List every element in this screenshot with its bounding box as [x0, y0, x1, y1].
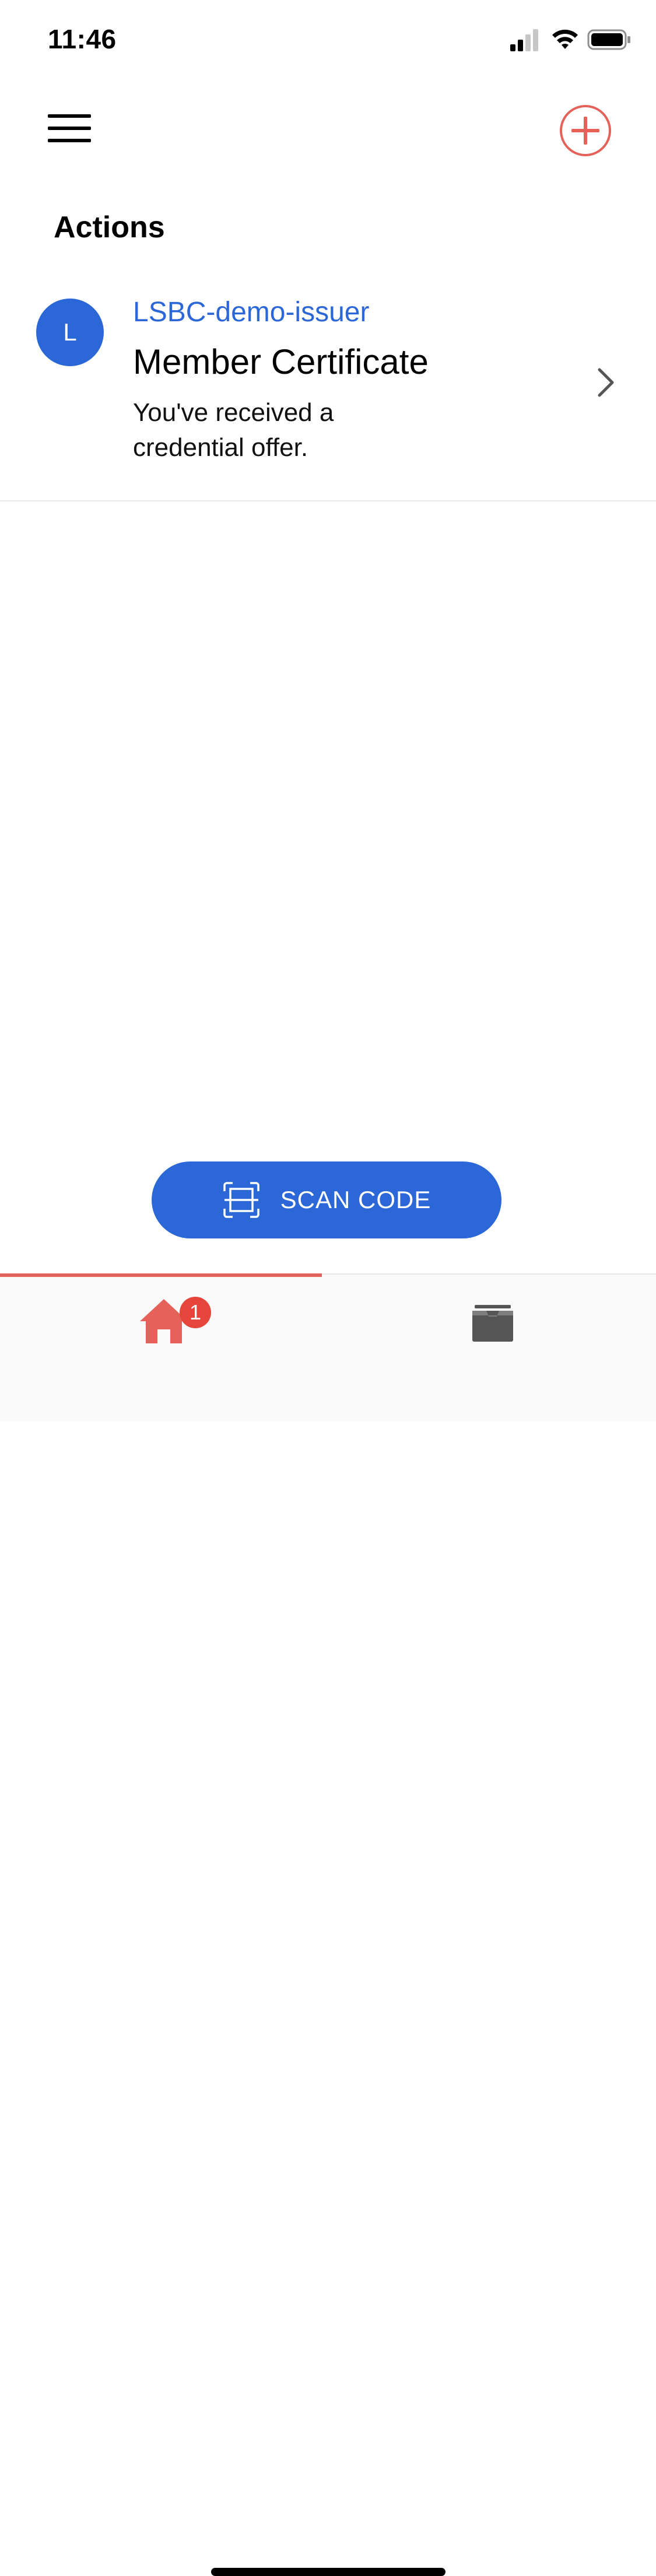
- scan-code-label: SCAN CODE: [280, 1186, 432, 1213]
- status-time: 11:46: [48, 24, 117, 54]
- hamburger-menu-icon: [48, 114, 91, 142]
- wifi-icon: [552, 29, 578, 49]
- add-button[interactable]: [559, 104, 612, 157]
- scan-frame-icon: [223, 1182, 259, 1218]
- tab-bar: 1: [0, 1273, 656, 2576]
- home-indicator: [211, 2568, 445, 2576]
- cellular-signal-icon: [510, 29, 538, 51]
- status-icons: [509, 28, 632, 54]
- active-tab-indicator: [0, 1273, 322, 1277]
- action-item-credential-offer[interactable]: L LSBC-demo-issuer Member Certificate Yo…: [0, 280, 656, 501]
- scan-code-button[interactable]: SCAN CODE: [152, 1161, 501, 1238]
- chevron-right-icon: [598, 368, 614, 397]
- credential-description: You've received a credential offer.: [133, 398, 334, 462]
- tab-credentials[interactable]: [449, 1289, 536, 1364]
- issuer-avatar: L: [36, 299, 104, 366]
- status-bar: 11:46: [0, 0, 656, 82]
- wallet-icon: [472, 1305, 513, 1342]
- tab-home[interactable]: 1: [117, 1289, 211, 1364]
- plus-circle-icon: [560, 105, 611, 156]
- credential-title: Member Certificate: [133, 342, 429, 381]
- issuer-name: LSBC-demo-issuer: [133, 297, 370, 328]
- battery-icon: [587, 29, 630, 50]
- menu-button[interactable]: [47, 111, 93, 146]
- actions-title: Actions: [54, 210, 165, 244]
- notification-badge: 1: [180, 1297, 211, 1328]
